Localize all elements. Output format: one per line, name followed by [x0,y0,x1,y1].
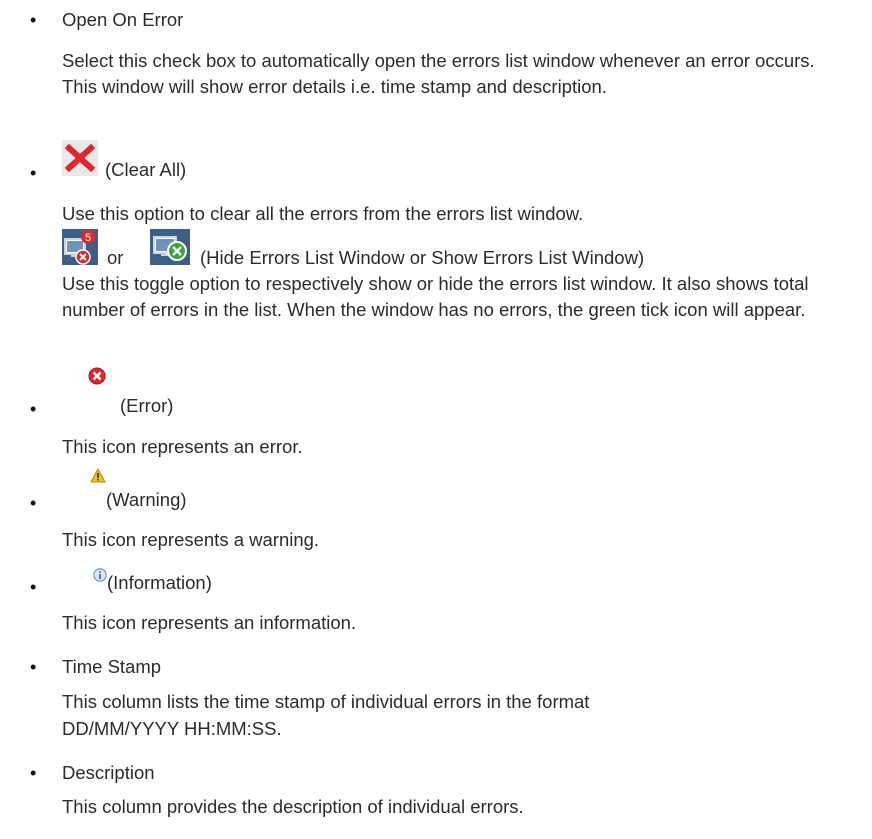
item-description-line2: DD/MM/YYYY HH:MM:SS. [62,718,282,739]
error-icon [88,366,106,385]
item-description: Select this check box to automatically o… [62,50,815,97]
show-errors-list-icon [150,229,190,265]
item-title: Description [62,762,155,783]
item-title: Time Stamp [62,656,162,677]
bullet: • [30,657,37,677]
item-description: This icon represents a warning. [62,529,320,550]
bullet: • [30,763,37,783]
or-text: or [107,247,124,268]
item-description: This column provides the description of … [62,796,524,817]
item-title: (Information) [107,572,212,593]
bullet: • [30,399,37,419]
item-description: Use this option to clear all the errors … [62,203,584,224]
bullet: • [30,493,37,513]
hide-errors-list-icon: 5 [62,229,98,265]
red-x-icon [62,140,98,176]
warning-icon [90,465,106,483]
item-title: (Clear All) [105,159,187,180]
item-title: Open On Error [62,9,184,30]
item-description: This icon represents an error. [62,436,303,457]
bullet: • [30,163,37,183]
item-description-line1: This column lists the time stamp of indi… [62,691,590,712]
bullet: • [30,10,37,30]
information-icon [93,563,107,582]
item-description: This icon represents an information. [62,612,357,633]
item-description: Use this toggle option to respectively s… [62,273,809,320]
error-count-badge: 5 [85,232,91,244]
bullet: • [30,577,37,597]
item-title: (Hide Errors List Window or Show Errors … [200,247,645,268]
item-title: (Error) [120,395,174,416]
item-title: (Warning) [106,489,187,510]
